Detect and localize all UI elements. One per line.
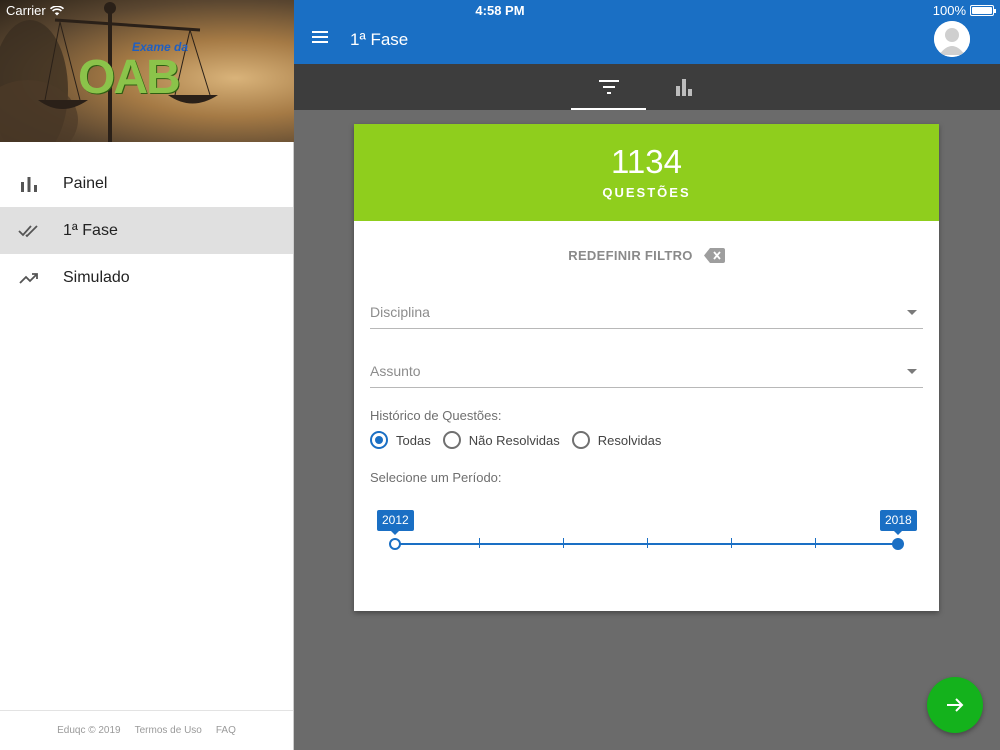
sidebar-item-label: Simulado: [63, 268, 130, 286]
oab-logo: Exame da OAB: [78, 40, 208, 106]
chevron-down-icon: [907, 369, 917, 374]
question-count: 1134: [611, 143, 682, 180]
logo-title: OAB: [78, 51, 181, 104]
radio-label: Todas: [396, 432, 431, 448]
slider-tick: [563, 538, 564, 548]
history-label: Histórico de Questões:: [370, 408, 502, 423]
radio-label: Não Resolvidas: [468, 432, 560, 448]
sidebar-item-label: Painel: [63, 174, 108, 192]
history-radio-group: Todas Não Resolvidas Resolvidas: [370, 431, 923, 449]
period-range-slider[interactable]: 2012 2018: [354, 485, 939, 565]
radio-checked-icon: [370, 431, 388, 449]
sidebar-item-simulado[interactable]: Simulado: [0, 254, 293, 301]
battery-icon: [970, 5, 996, 16]
question-count-header: 1134 QUESTÕES: [354, 124, 939, 221]
sidebar-header-banner: Exame da OAB: [0, 0, 294, 142]
reset-filter-label: REDEFINIR FILTRO: [568, 247, 693, 263]
sidebar-nav: Painel 1ª Fase Simulado: [0, 160, 293, 301]
arrow-right-icon: [947, 698, 964, 712]
status-time: 4:58 PM: [475, 3, 525, 18]
sidebar-item-painel[interactable]: Painel: [0, 160, 293, 207]
user-icon: [934, 21, 970, 57]
backspace-icon: [703, 247, 725, 263]
radio-resolvidas[interactable]: Resolvidas: [571, 431, 662, 449]
avatar[interactable]: [934, 21, 970, 57]
sidebar: Exame da OAB Painel 1ª Fase Simulado Edu…: [0, 0, 294, 750]
next-button[interactable]: [927, 677, 983, 733]
slider-tick: [479, 538, 480, 548]
slider-tick: [815, 538, 816, 548]
slider-tick: [647, 538, 648, 548]
discipline-select[interactable]: Disciplina: [370, 295, 923, 329]
radio-todas[interactable]: Todas: [370, 431, 431, 449]
reset-filter-button[interactable]: REDEFINIR FILTRO: [354, 247, 939, 263]
period-label: Selecione um Período:: [370, 470, 502, 485]
bar-chart-icon: [675, 79, 692, 96]
sidebar-item-label: 1ª Fase: [63, 221, 118, 239]
status-bar: Carrier 4:58 PM 100%: [0, 0, 1000, 20]
chevron-down-icon: [907, 310, 917, 315]
status-battery: 100%: [932, 3, 996, 18]
double-check-icon: [18, 220, 40, 242]
sidebar-item-1a-fase[interactable]: 1ª Fase: [0, 207, 293, 254]
sidebar-footer: Eduqc © 2019 Termos de Uso FAQ: [0, 710, 293, 750]
slider-tick: [731, 538, 732, 548]
slider-start-handle[interactable]: [389, 538, 401, 550]
radio-unchecked-icon: [442, 431, 461, 449]
radio-nao-resolvidas[interactable]: Não Resolvidas: [442, 431, 560, 449]
tab-filter[interactable]: [571, 64, 646, 110]
terms-link[interactable]: Termos de Uso: [135, 725, 202, 736]
slider-end-handle[interactable]: [892, 538, 904, 550]
filter-card: 1134 QUESTÕES REDEFINIR FILTRO Disciplin…: [354, 124, 939, 611]
bar-chart-icon: [18, 173, 40, 195]
question-count-label: QUESTÕES: [602, 185, 691, 200]
subject-placeholder: Assunto: [370, 363, 421, 379]
tab-stats[interactable]: [646, 64, 721, 110]
radio-unchecked-icon: [571, 431, 590, 449]
trending-up-icon: [18, 267, 40, 289]
tab-bar: [294, 64, 1000, 110]
filter-icon: [598, 80, 619, 94]
battery-percent: 100%: [932, 3, 966, 18]
menu-icon[interactable]: [312, 31, 328, 45]
faq-link[interactable]: FAQ: [216, 725, 236, 736]
discipline-placeholder: Disciplina: [370, 304, 430, 320]
radio-label: Resolvidas: [597, 432, 662, 448]
page-title: 1ª Fase: [350, 30, 409, 49]
copyright-text: Eduqc © 2019: [57, 725, 121, 736]
subject-select[interactable]: Assunto: [370, 354, 923, 388]
period-end-label: 2018: [880, 510, 917, 535]
period-start-label: 2012: [377, 510, 414, 535]
